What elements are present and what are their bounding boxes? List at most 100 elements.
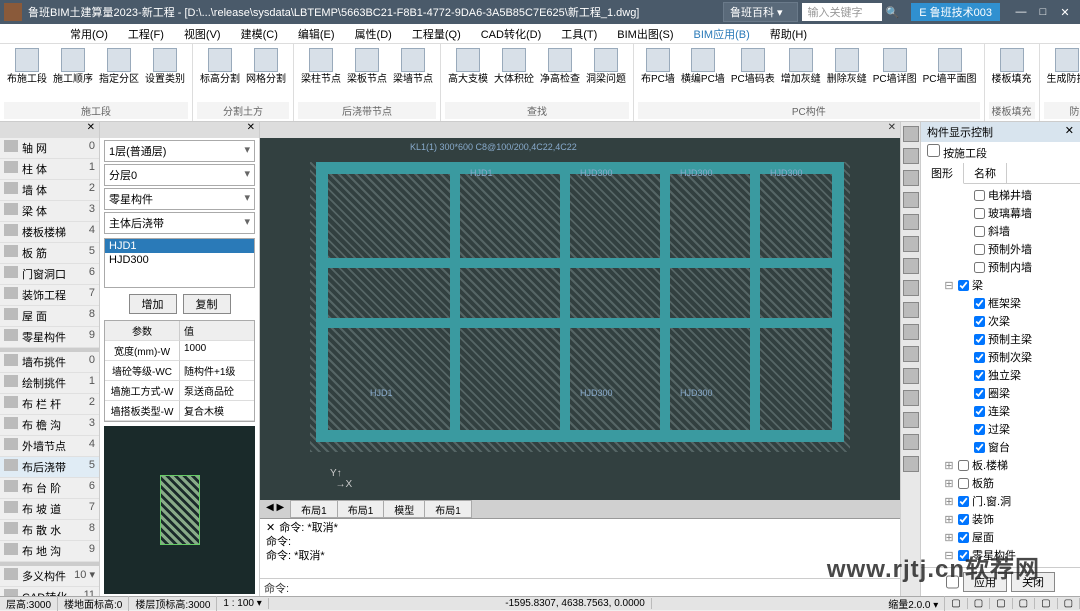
add-button[interactable]: 增加 <box>129 294 177 314</box>
category-item[interactable]: 轴 网0 <box>0 138 99 159</box>
ribbon-button[interactable]: 布PC墙 <box>638 46 678 102</box>
status-tool-icon[interactable]: ▢ <box>945 598 967 609</box>
rail-tool-icon[interactable] <box>903 412 919 428</box>
maximize-icon[interactable]: □ <box>1032 6 1054 19</box>
tree-node[interactable]: ⊞屋面 <box>925 528 1076 546</box>
ribbon-button[interactable]: PC墙详图 <box>870 46 920 102</box>
table-row[interactable]: 墙砼等级-WC随构件+1级 <box>105 361 254 381</box>
rail-tool-icon[interactable] <box>903 302 919 318</box>
search-input[interactable]: 输入关键字 <box>802 3 882 21</box>
user-badge[interactable]: E 鲁班技术003 <box>911 3 1000 21</box>
layout-tab[interactable]: 布局1 <box>424 500 472 518</box>
rail-tool-icon[interactable] <box>903 280 919 296</box>
filter-combo[interactable]: 分层0▾ <box>104 164 255 186</box>
category-item[interactable]: 布 地 沟9 <box>0 541 99 562</box>
category-item[interactable]: 楼板楼梯4 <box>0 222 99 243</box>
rail-tool-icon[interactable] <box>903 390 919 406</box>
menu-item[interactable]: 工具(T) <box>551 24 607 44</box>
category-item[interactable]: 布 散 水8 <box>0 520 99 541</box>
status-cell[interactable]: 缩量2.0.0 ▾ <box>882 596 945 611</box>
tree-node[interactable]: 窗台 <box>925 438 1076 456</box>
ribbon-button[interactable]: PC墙码表 <box>728 46 778 102</box>
category-item[interactable]: 布后浇带5 <box>0 457 99 478</box>
command-input[interactable] <box>293 579 900 596</box>
table-row[interactable]: 墙搭板类型-W复合木模 <box>105 401 254 421</box>
layout-tab[interactable]: 布局1 <box>337 500 385 518</box>
tree-node[interactable]: 次梁 <box>925 312 1076 330</box>
category-item[interactable]: 多义构件10 ▾ <box>0 566 99 587</box>
ribbon-button[interactable]: 布施工段 <box>4 46 50 102</box>
status-tool-icon[interactable]: ▢ <box>1013 598 1035 609</box>
search-category-combo[interactable]: 鲁班百科 ▾ <box>723 2 798 22</box>
tree-node[interactable]: 连梁 <box>925 402 1076 420</box>
apply-button[interactable]: 应用 <box>963 572 1007 592</box>
panel-close-icon[interactable]: ✕ <box>260 122 900 138</box>
menu-item[interactable]: 编辑(E) <box>288 24 345 44</box>
category-item[interactable]: 屋 面8 <box>0 306 99 327</box>
ribbon-button[interactable]: 洞梁问题 <box>583 46 629 102</box>
tree-node[interactable]: ⊞板筋 <box>925 474 1076 492</box>
rail-tool-icon[interactable] <box>903 258 919 274</box>
category-item[interactable]: 板 筋5 <box>0 243 99 264</box>
ribbon-button[interactable]: 增加灰缝 <box>778 46 824 102</box>
status-tool-icon[interactable]: ▢ <box>1058 598 1080 609</box>
layout-tab[interactable]: 模型 <box>383 500 425 518</box>
category-item[interactable]: 布 栏 杆2 <box>0 394 99 415</box>
rail-tool-icon[interactable] <box>903 126 919 142</box>
ribbon-button[interactable]: 梁墙节点 <box>390 46 436 102</box>
panel-tab[interactable]: 图形 <box>921 163 964 184</box>
category-item[interactable]: 梁 体3 <box>0 201 99 222</box>
rail-tool-icon[interactable] <box>903 214 919 230</box>
category-item[interactable]: 布 台 阶6 <box>0 478 99 499</box>
ribbon-button[interactable]: 楼板填充 <box>989 46 1035 102</box>
category-item[interactable]: CAD转化11 <box>0 587 99 596</box>
rail-tool-icon[interactable] <box>903 456 919 472</box>
ribbon-button[interactable]: 梁柱节点 <box>298 46 344 102</box>
menu-item[interactable]: BIM出图(S) <box>607 24 683 44</box>
category-item[interactable]: 装饰工程7 <box>0 285 99 306</box>
tree-node[interactable]: 玻璃幕墙 <box>925 204 1076 222</box>
panel-close-icon[interactable]: ✕ <box>100 122 259 138</box>
tree-node[interactable]: ⊟零星构件 <box>925 546 1076 564</box>
rail-tool-icon[interactable] <box>903 192 919 208</box>
tree-node[interactable]: 独立梁 <box>925 366 1076 384</box>
ribbon-button[interactable]: 指定分区 <box>96 46 142 102</box>
tree-node[interactable]: 预制内墙 <box>925 258 1076 276</box>
category-item[interactable]: 柱 体1 <box>0 159 99 180</box>
list-item[interactable]: HJD1 <box>105 239 254 253</box>
rail-tool-icon[interactable] <box>903 346 919 362</box>
rail-tool-icon[interactable] <box>903 148 919 164</box>
category-item[interactable]: 墙布挑件0 <box>0 352 99 373</box>
layout-tab[interactable]: 布局1 <box>290 500 338 518</box>
menu-item[interactable]: CAD转化(D) <box>471 24 552 44</box>
tree-node[interactable]: 圈梁 <box>925 384 1076 402</box>
copy-button[interactable]: 复制 <box>183 294 231 314</box>
rail-tool-icon[interactable] <box>903 170 919 186</box>
tree-node[interactable]: ⊟梁 <box>925 276 1076 294</box>
menu-item[interactable]: 常用(O) <box>60 24 118 44</box>
category-item[interactable]: 绘制挑件1 <box>0 373 99 394</box>
drawing-canvas[interactable]: KL1(1) 300*600 C8@100/200,4C22,4C22 HJD1… <box>260 138 900 500</box>
rail-tool-icon[interactable] <box>903 324 919 340</box>
filter-combo[interactable]: 主体后浇带▾ <box>104 212 255 234</box>
rail-tool-icon[interactable] <box>903 434 919 450</box>
ribbon-button[interactable]: 大体积砼 <box>491 46 537 102</box>
menu-item[interactable]: BIM应用(B) <box>684 24 760 44</box>
panel-tab[interactable]: 名称 <box>964 163 1007 183</box>
menu-item[interactable]: 帮助(H) <box>760 24 817 44</box>
ribbon-button[interactable]: 横编PC墙 <box>678 46 728 102</box>
ribbon-button[interactable]: 施工顺序 <box>50 46 96 102</box>
search-icon[interactable]: 🔍 <box>886 6 900 19</box>
filter-combo[interactable]: 零星构件▾ <box>104 188 255 210</box>
table-row[interactable]: 墙施工方式-W泵送商品砼 <box>105 381 254 401</box>
panel-close-icon[interactable]: ✕ <box>1065 124 1074 140</box>
list-item[interactable]: HJD300 <box>105 253 254 267</box>
ribbon-button[interactable]: 标高分割 <box>197 46 243 102</box>
bottom-checkbox[interactable] <box>946 572 959 592</box>
ribbon-button[interactable]: 删除灰缝 <box>824 46 870 102</box>
category-item[interactable]: 门窗洞口6 <box>0 264 99 285</box>
ribbon-button[interactable]: 梁板节点 <box>344 46 390 102</box>
tree-node[interactable]: 斜墙 <box>925 222 1076 240</box>
tree-node[interactable]: ⊞装饰 <box>925 510 1076 528</box>
ribbon-button[interactable]: 生成防护 <box>1044 46 1080 102</box>
